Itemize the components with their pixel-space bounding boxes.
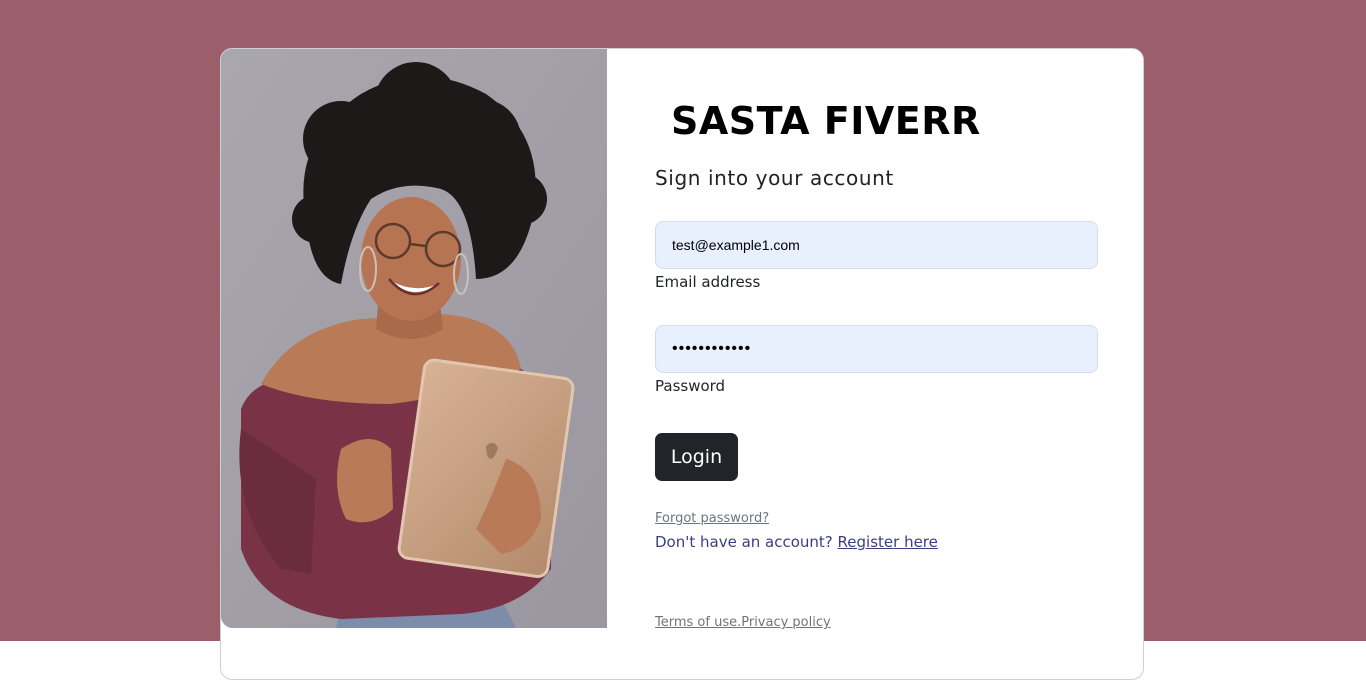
legal-links: Terms of use.Privacy policy (655, 615, 831, 630)
login-button[interactable]: Login (655, 433, 738, 481)
terms-of-use-link[interactable]: Terms of use. (655, 615, 741, 630)
login-card: SASTA FIVERR Sign into your account Emai… (220, 48, 1144, 680)
form-subtitle: Sign into your account (655, 166, 894, 190)
hero-image (221, 49, 607, 628)
password-label: Password (655, 377, 726, 395)
register-prompt-text: Don't have an account? (655, 533, 838, 551)
privacy-policy-link[interactable]: Privacy policy (741, 615, 830, 630)
register-prompt-row: Don't have an account? Register here (655, 533, 938, 551)
register-link[interactable]: Register here (838, 533, 938, 551)
brand-title: SASTA FIVERR (671, 99, 981, 143)
email-label: Email address (655, 273, 761, 291)
email-input[interactable] (655, 221, 1098, 269)
forgot-password-link[interactable]: Forgot password? (655, 511, 769, 526)
password-input[interactable] (655, 325, 1098, 373)
